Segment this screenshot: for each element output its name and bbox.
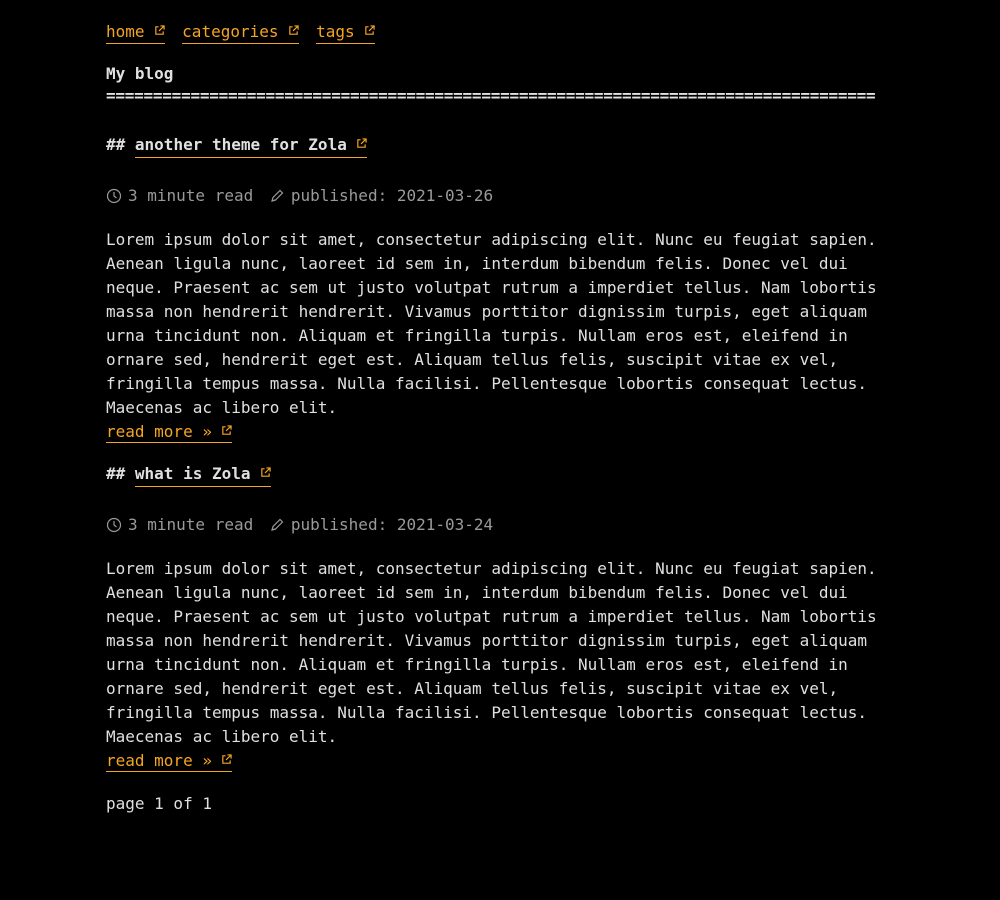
post-title: another theme for Zola: [134, 135, 347, 154]
external-link-icon: [154, 25, 165, 36]
post-meta: 3 minute read published: 2021-03-26: [106, 186, 906, 206]
post-excerpt: Lorem ipsum dolor sit amet, consectetur …: [106, 230, 877, 417]
post-item: ## what is Zola 3 minute read published:…: [106, 463, 906, 772]
nav-link-label: categories: [182, 22, 279, 41]
read-time: 3 minute read: [128, 515, 254, 534]
clock-icon: [106, 517, 122, 533]
title-underline-rule: ========================================…: [106, 86, 876, 105]
post-item: ## another theme for Zola 3 minute read …: [106, 134, 906, 443]
external-link-icon: [356, 138, 367, 149]
pencil-icon: [269, 517, 285, 533]
post-title-link[interactable]: another theme for Zola: [134, 134, 367, 158]
external-link-icon: [288, 25, 299, 36]
published-date: published: 2021-03-26: [290, 186, 494, 205]
nav-link-home[interactable]: home: [106, 22, 165, 44]
pagination-label: page 1 of 1: [106, 794, 212, 813]
read-more-link[interactable]: read more »: [106, 751, 232, 772]
post-title-link[interactable]: what is Zola: [134, 463, 271, 487]
top-nav: home categories tags: [106, 22, 383, 44]
clock-icon: [106, 188, 122, 204]
read-more-label: read more »: [106, 422, 212, 441]
pencil-icon: [269, 188, 285, 204]
nav-link-label: home: [106, 22, 145, 41]
heading-marker: ##: [106, 135, 126, 154]
published-date: published: 2021-03-24: [290, 515, 494, 534]
external-link-icon: [260, 467, 271, 478]
external-link-icon: [221, 425, 232, 436]
post-heading: ## another theme for Zola: [106, 134, 906, 158]
read-more-label: read more »: [106, 751, 212, 770]
read-more-link[interactable]: read more »: [106, 422, 232, 443]
nav-link-label: tags: [316, 22, 355, 41]
post-heading: ## what is Zola: [106, 463, 906, 487]
site-title: My blog: [106, 64, 174, 83]
blog-page: home categories tags My blog ===========…: [0, 0, 1000, 900]
external-link-icon: [221, 754, 232, 765]
external-link-icon: [364, 25, 375, 36]
post-excerpt: Lorem ipsum dolor sit amet, consectetur …: [106, 559, 877, 746]
post-title: what is Zola: [134, 464, 251, 483]
nav-link-categories[interactable]: categories: [182, 22, 299, 44]
post-meta: 3 minute read published: 2021-03-24: [106, 515, 906, 535]
nav-link-tags[interactable]: tags: [316, 22, 375, 44]
heading-marker: ##: [106, 464, 126, 483]
read-time: 3 minute read: [128, 186, 254, 205]
